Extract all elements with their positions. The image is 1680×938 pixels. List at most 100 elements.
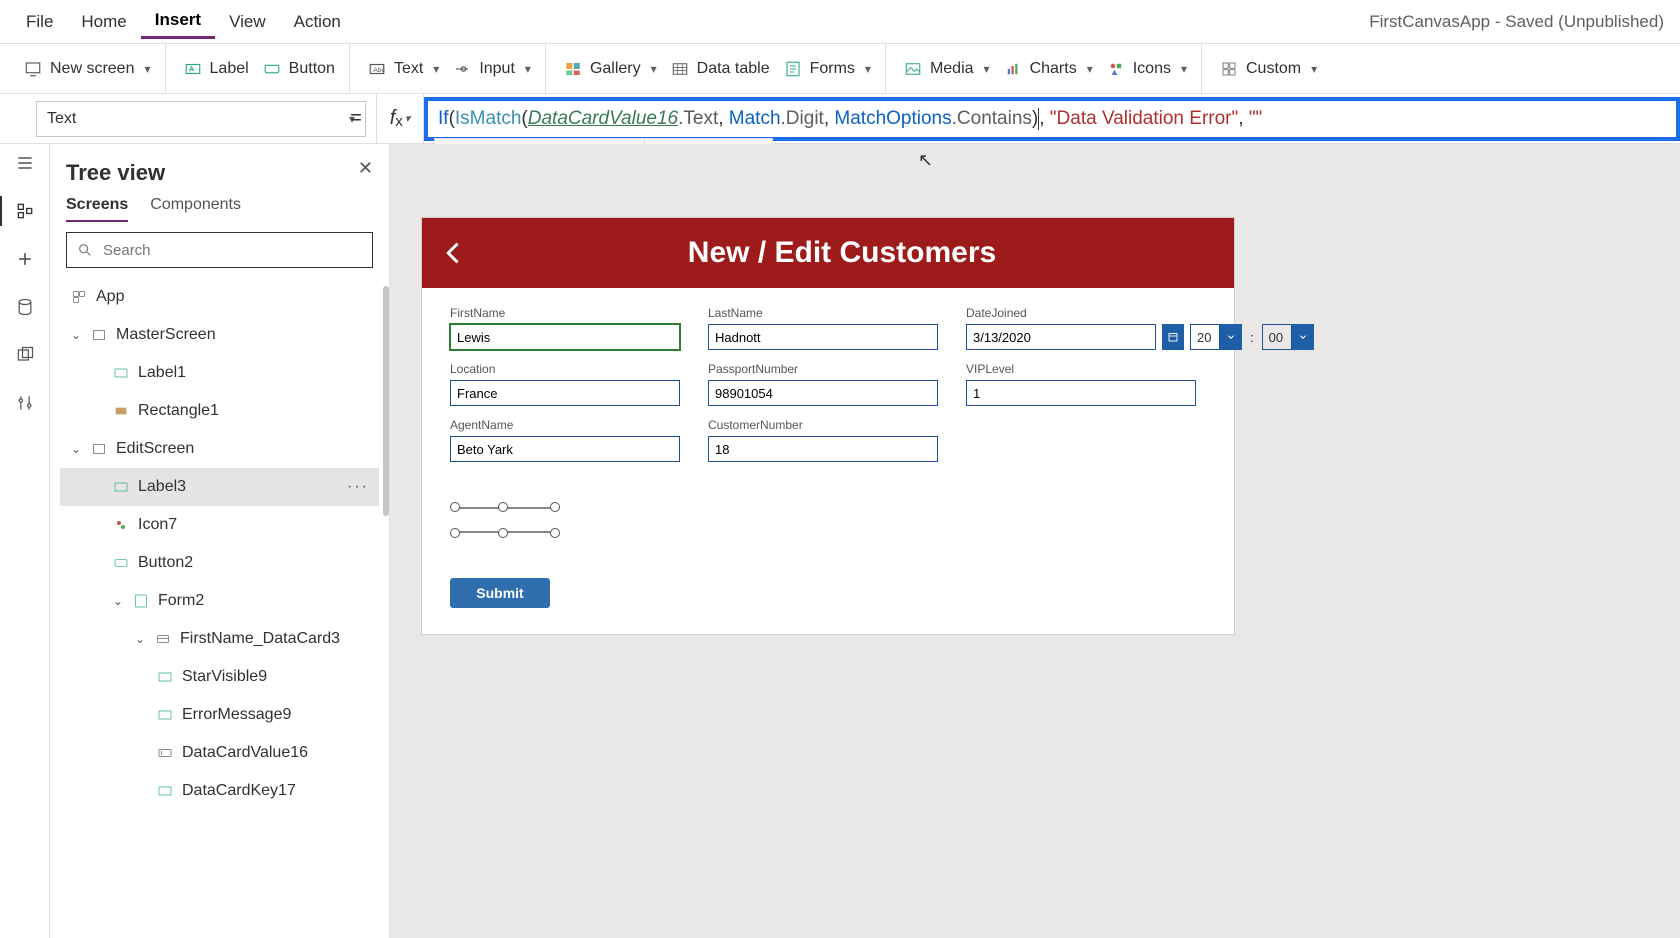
rail-advanced[interactable] — [14, 392, 36, 414]
rail-data[interactable] — [14, 296, 36, 318]
tree-node-editscreen[interactable]: ⌄ EditScreen — [60, 430, 379, 468]
menu-home[interactable]: Home — [67, 6, 140, 38]
property-selector-wrap: Text ▾ — [0, 94, 336, 143]
chevron-down-icon: ▾ — [1087, 62, 1093, 76]
time-colon: : — [1248, 324, 1256, 350]
tree-node-label3[interactable]: Label3 ··· — [60, 468, 379, 506]
ribbon-icons[interactable]: Icons ▾ — [1107, 60, 1187, 78]
ribbon-forms[interactable]: Forms ▾ — [784, 60, 871, 78]
tok-text: .Text — [678, 108, 718, 130]
tree-node-label: Rectangle1 — [138, 402, 219, 420]
calendar-button[interactable] — [1162, 324, 1184, 350]
tree-node-firstname-datacard[interactable]: ⌄ FirstName_DataCard3 — [60, 620, 379, 658]
tree-node-label: Label3 — [138, 478, 186, 496]
tree-node-datacardkey17[interactable]: DataCardKey17 — [60, 772, 379, 810]
label-icon — [156, 706, 174, 724]
label-icon — [112, 478, 130, 496]
gallery-icon — [564, 60, 582, 78]
ribbon-button[interactable]: Button — [263, 60, 335, 78]
chevron-down-icon: ▾ — [984, 62, 990, 76]
tree-node-form2[interactable]: ⌄ Form2 — [60, 582, 379, 620]
ribbon-gallery-label: Gallery — [590, 60, 641, 78]
top-menu-bar: File Home Insert View Action FirstCanvas… — [0, 0, 1680, 44]
rail-media[interactable] — [14, 344, 36, 366]
fx-button[interactable]: fx▾ — [376, 94, 424, 143]
chevron-down-icon — [1226, 332, 1236, 342]
chevron-down-icon: ▾ — [1311, 62, 1317, 76]
app-preview-frame: New / Edit Customers FirstName LastName … — [422, 218, 1234, 634]
selected-control-handles[interactable] — [450, 502, 560, 538]
ribbon-media[interactable]: Media ▾ — [904, 60, 990, 78]
media-icon — [904, 60, 922, 78]
ribbon-custom[interactable]: Custom ▾ — [1220, 60, 1317, 78]
tree-node-icon7[interactable]: Icon7 — [60, 506, 379, 544]
input-location[interactable] — [450, 380, 680, 406]
input-datejoined[interactable] — [966, 324, 1156, 350]
menu-insert[interactable]: Insert — [141, 4, 215, 39]
ribbon-datatable-label: Data table — [697, 60, 770, 78]
tree-node-app[interactable]: App — [60, 278, 379, 316]
submit-button[interactable]: Submit — [450, 578, 550, 608]
label-lastname: LastName — [708, 306, 938, 320]
rail-insert[interactable] — [14, 248, 36, 270]
rail-tree-view[interactable] — [14, 200, 36, 222]
tab-components[interactable]: Components — [150, 196, 241, 222]
ribbon-charts[interactable]: Charts ▾ — [1004, 60, 1093, 78]
tab-screens[interactable]: Screens — [66, 196, 128, 222]
input-passport[interactable] — [708, 380, 938, 406]
tree-node-starvisible9[interactable]: StarVisible9 — [60, 658, 379, 696]
tree-node-label: ErrorMessage9 — [182, 706, 291, 724]
ribbon-label[interactable]: Label — [184, 60, 249, 78]
tree-view-panel: Tree view ✕ Screens Components App ⌄ Mas… — [50, 144, 390, 938]
ribbon-text[interactable]: Abc Text ▾ — [368, 60, 439, 78]
hour-dropdown[interactable]: 20 — [1190, 324, 1242, 350]
minute-dropdown[interactable]: 00 — [1262, 324, 1314, 350]
ribbon-gallery[interactable]: Gallery ▾ — [564, 60, 657, 78]
formula-bar[interactable]: If(IsMatch(DataCardValue16.Text, Match.D… — [424, 97, 1680, 141]
search-icon — [77, 242, 93, 258]
caret-icon: ⌄ — [112, 594, 124, 608]
input-lastname[interactable] — [708, 324, 938, 350]
property-selector[interactable]: Text ▾ — [36, 101, 366, 137]
input-firstname[interactable] — [450, 324, 680, 350]
tree-scrollbar[interactable] — [383, 286, 389, 516]
ribbon-input-label: Input — [479, 60, 515, 78]
formula-row: Text ▾ = fx▾ If(IsMatch(DataCardValue16.… — [0, 94, 1680, 144]
workspace: Tree view ✕ Screens Components App ⌄ Mas… — [0, 144, 1680, 938]
back-icon[interactable] — [440, 239, 468, 267]
tok-contains: .Contains — [952, 108, 1032, 130]
equals-label: = — [336, 94, 376, 143]
tree-node-errormessage9[interactable]: ErrorMessage9 — [60, 696, 379, 734]
button-icon — [263, 60, 281, 78]
input-vip[interactable] — [966, 380, 1196, 406]
mouse-cursor-icon: ↖ — [918, 150, 933, 171]
tree-node-label1[interactable]: Label1 — [60, 354, 379, 392]
tok-digit: .Digit — [781, 108, 824, 130]
ribbon-label-text: Label — [210, 60, 249, 78]
input-agent[interactable] — [450, 436, 680, 462]
forms-icon — [784, 60, 802, 78]
tree-node-rectangle1[interactable]: Rectangle1 — [60, 392, 379, 430]
ribbon-new-screen[interactable]: New screen ▾ — [24, 60, 151, 78]
menu-file[interactable]: File — [12, 6, 67, 38]
node-more-button[interactable]: ··· — [347, 478, 379, 496]
ribbon-input[interactable]: Input ▾ — [453, 60, 531, 78]
rail-hamburger[interactable] — [14, 152, 36, 174]
close-panel-button[interactable]: ✕ — [358, 158, 373, 179]
card-custno: CustomerNumber — [708, 418, 938, 462]
tree-node-datacardvalue16[interactable]: DataCardValue16 — [60, 734, 379, 772]
card-lastname: LastName — [708, 306, 938, 350]
tree-node-button2[interactable]: Button2 — [60, 544, 379, 582]
tok-matchoptions: MatchOptions — [834, 108, 951, 130]
tree-search-input[interactable] — [103, 242, 362, 259]
tree-search[interactable] — [66, 232, 373, 268]
menu-view[interactable]: View — [215, 6, 280, 38]
tok-match: Match — [729, 108, 781, 130]
chevron-down-icon: ▾ — [865, 62, 871, 76]
ribbon-datatable[interactable]: Data table — [671, 60, 770, 78]
menu-action[interactable]: Action — [280, 6, 355, 38]
tree-node-masterscreen[interactable]: ⌄ MasterScreen — [60, 316, 379, 354]
ribbon-charts-label: Charts — [1030, 60, 1077, 78]
input-custno[interactable] — [708, 436, 938, 462]
property-selector-value: Text — [47, 110, 76, 128]
